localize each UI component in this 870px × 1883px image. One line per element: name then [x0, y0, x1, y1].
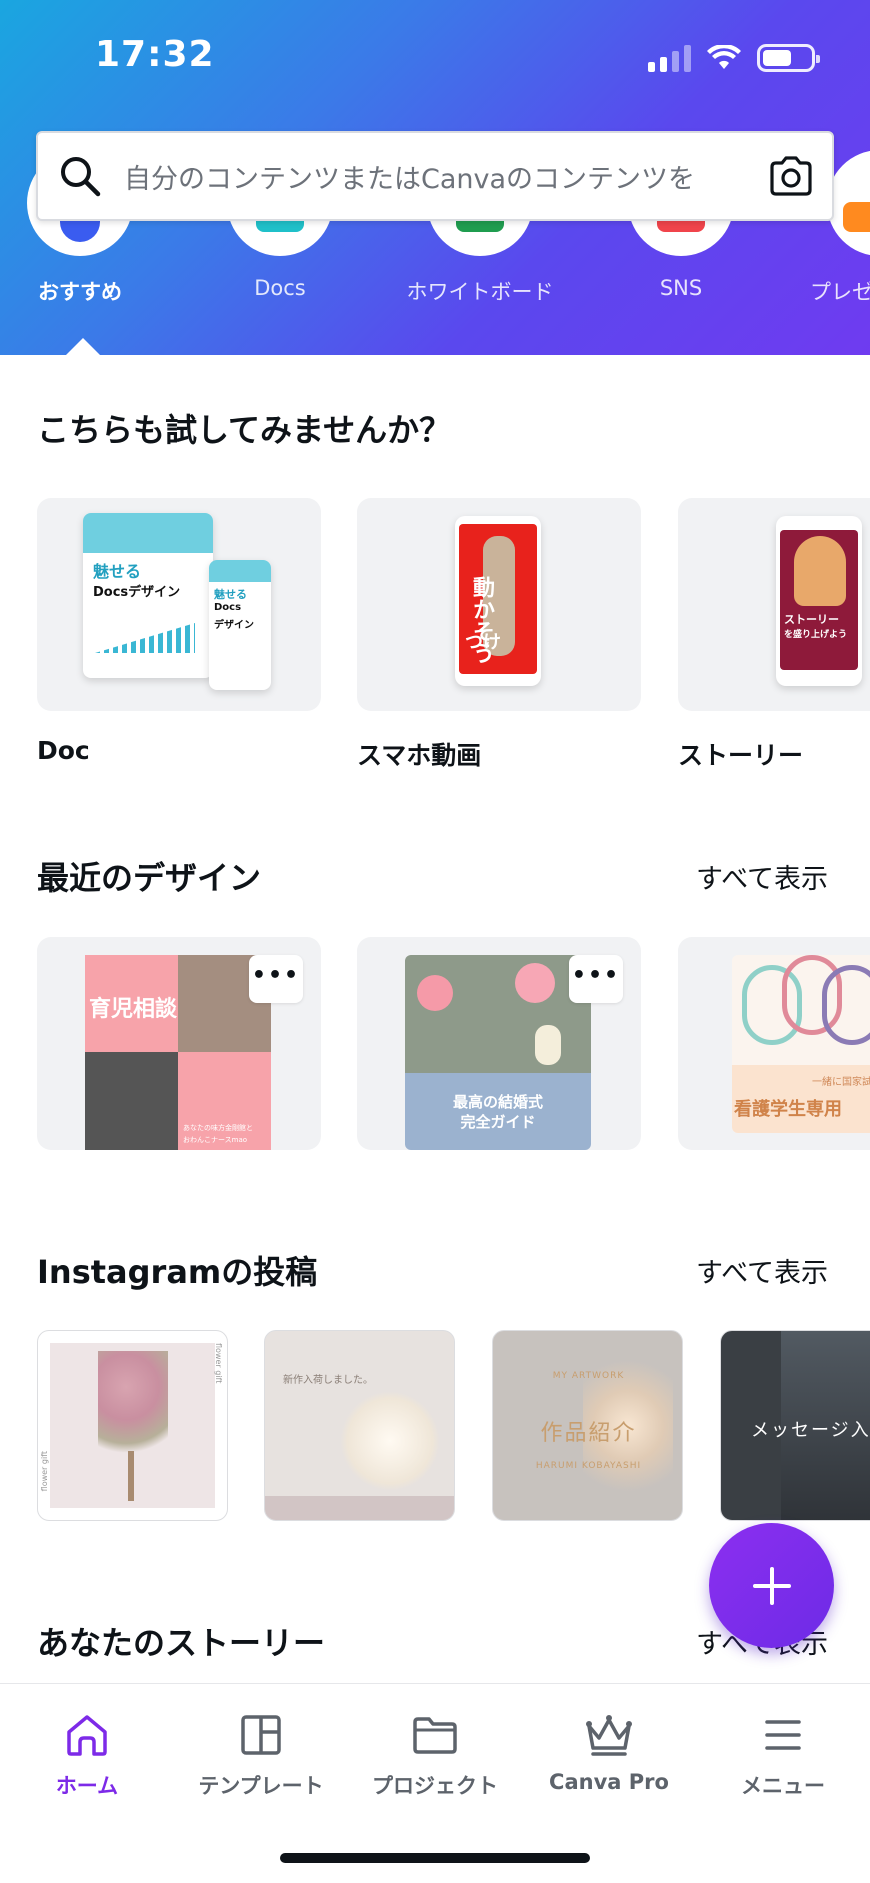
instagram-template[interactable]: flower gift flower gift: [37, 1330, 228, 1521]
more-options-button[interactable]: •••: [249, 955, 303, 1003]
recent-design-thumbnail: 最高の結婚式 完全ガイド: [405, 955, 591, 1150]
home-icon: [67, 1715, 107, 1756]
category-indicator: [66, 338, 100, 355]
header: 17:32 おすすめ Docs ホワイトボード SNS プレゼ 自分のコンテンツ…: [0, 0, 870, 355]
camera-icon[interactable]: [768, 155, 814, 197]
suggestions-title: こちらも試してみませんか？: [37, 411, 452, 449]
nav-menu[interactable]: メニュー: [696, 1712, 870, 1800]
folder-icon: [413, 1717, 457, 1754]
suggestion-label-story: ストーリー: [678, 741, 804, 770]
battery-icon: [757, 44, 820, 72]
wifi-icon: [707, 45, 741, 69]
instagram-template[interactable]: MY ARTWORK 作品紹介 HARUMI KOBAYASHI: [492, 1330, 683, 1521]
home-indicator: [280, 1853, 590, 1863]
more-icon: •••: [251, 962, 301, 988]
video-thumbnail: 動かそう つけ: [455, 516, 541, 686]
more-options-button[interactable]: •••: [569, 955, 623, 1003]
story-thumbnail: ストーリー を盛り上げよう: [776, 516, 862, 686]
search-icon: [61, 157, 101, 197]
suggestion-card-doc[interactable]: 魅せる Docsデザイン 魅せる Docs デザイン: [37, 498, 321, 711]
create-design-button[interactable]: [709, 1523, 834, 1648]
menu-icon: [765, 1720, 801, 1750]
status-icons: [648, 40, 820, 76]
suggestion-card-story[interactable]: ストーリー を盛り上げよう: [678, 498, 870, 711]
suggestion-label-doc: Doc: [37, 736, 90, 765]
nav-canva-pro[interactable]: Canva Pro: [522, 1712, 696, 1794]
recent-design-card[interactable]: 一緒に国家試験 看護学生専用: [678, 937, 870, 1150]
search-bar[interactable]: 自分のコンテンツまたはCanvaのコンテンツを: [36, 131, 834, 221]
status-time: 17:32: [95, 34, 215, 75]
recent-design-card[interactable]: 最高の結婚式 完全ガイド •••: [357, 937, 641, 1150]
suggestion-card-video[interactable]: 動かそう つけ: [357, 498, 641, 711]
nav-projects[interactable]: プロジェクト: [348, 1712, 522, 1800]
recent-design-thumbnail: 一緒に国家試験 看護学生専用: [732, 955, 870, 1133]
instagram-template[interactable]: メッセージ入: [720, 1330, 870, 1521]
instagram-template[interactable]: 新作入荷しました。: [264, 1330, 455, 1521]
recent-see-all-link[interactable]: すべて表示: [696, 857, 828, 896]
more-icon: •••: [571, 962, 621, 988]
doc-thumbnail: 魅せる Docsデザイン: [83, 513, 213, 678]
crown-icon: [586, 1715, 632, 1756]
instagram-title: Instagramの投稿: [37, 1253, 318, 1291]
suggestion-label-video: スマホ動画: [357, 741, 482, 770]
recent-design-card[interactable]: 育児相談 あなたの味方金剛館と おわんこナースmao •••: [37, 937, 321, 1150]
instagram-see-all-link[interactable]: すべて表示: [696, 1251, 828, 1290]
nav-templates[interactable]: テンプレート: [174, 1712, 348, 1800]
template-icon: [241, 1715, 281, 1755]
recent-design-thumbnail: 育児相談 あなたの味方金剛館と おわんこナースmao: [85, 955, 271, 1150]
plus-icon: [752, 1566, 791, 1605]
recent-title: 最近のデザイン: [37, 859, 262, 897]
doc-mobile-thumbnail: 魅せる Docs デザイン: [209, 560, 271, 690]
nav-home[interactable]: ホーム: [0, 1712, 174, 1800]
stories-title: あなたのストーリー: [37, 1624, 326, 1662]
signal-icon: [648, 44, 691, 72]
search-input[interactable]: 自分のコンテンツまたはCanvaのコンテンツを: [124, 157, 758, 196]
